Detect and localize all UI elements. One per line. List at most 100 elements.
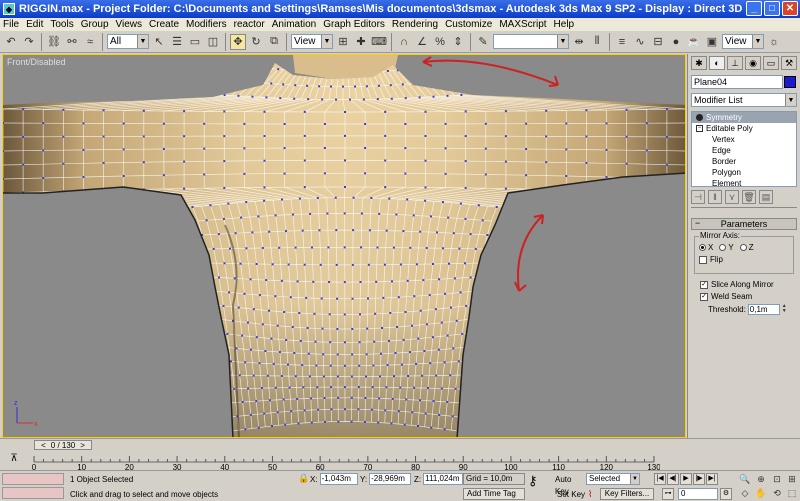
menu-views[interactable]: Views (116, 19, 143, 30)
next-frame-icon[interactable]: |▶ (693, 473, 705, 485)
hierarchy-tab-icon[interactable]: ⊥ (727, 56, 743, 70)
percent-snap-icon[interactable]: % (432, 34, 448, 50)
arc-rotate-icon[interactable]: ⟲ (770, 486, 784, 500)
menu-create[interactable]: Create (149, 19, 179, 30)
reference-coordinate-dropdown[interactable]: View ▼ (291, 34, 333, 49)
auto-key-button[interactable]: Auto Key (555, 474, 583, 496)
configure-modifier-sets-icon[interactable]: ▤ (759, 190, 773, 204)
undo-icon[interactable]: ↶ (3, 34, 19, 50)
angle-snap-icon[interactable]: ∠ (414, 34, 430, 50)
menu-help[interactable]: Help (554, 19, 575, 30)
pin-stack-icon[interactable]: ⊣ (691, 190, 705, 204)
menu-rendering[interactable]: Rendering (392, 19, 438, 30)
time-slider[interactable]: < 0 / 130 > (34, 440, 92, 450)
maxscript-listener-box[interactable] (2, 473, 64, 485)
quick-render-icon[interactable]: ☼ (766, 34, 782, 50)
spinner-snap-icon[interactable]: ⇕ (450, 34, 466, 50)
snaps-toggle-icon[interactable]: ∩ (396, 34, 412, 50)
lock-icon[interactable]: 🔒 (298, 473, 309, 484)
menu-graph-editors[interactable]: Graph Editors (323, 19, 385, 30)
remove-modifier-icon[interactable]: 🗑 (742, 190, 756, 204)
axis-x-radio[interactable]: X (699, 243, 713, 252)
select-and-scale-icon[interactable]: ⧉ (266, 34, 282, 50)
select-by-name-icon[interactable]: ☰ (169, 34, 185, 50)
stack-sublevel-polygon[interactable]: Polygon (692, 167, 796, 178)
track-bar-ruler[interactable]: 0 10 20 30 40 50 60 70 80 90 100 110 120 130 (30, 450, 660, 470)
collapse-icon[interactable]: − (696, 125, 703, 132)
select-object-icon[interactable]: ↖ (151, 34, 167, 50)
stack-item-editable-poly[interactable]: − Editable Poly (692, 123, 796, 134)
parameters-rollout-header[interactable]: − Parameters (691, 218, 797, 230)
select-manipulate-icon[interactable]: ✚ (353, 34, 369, 50)
set-key-button[interactable]: Set Key (557, 489, 585, 501)
zoom-extents-all-icon[interactable]: ⊞ (785, 472, 799, 486)
viewport-label[interactable]: Front/Disabled (7, 57, 66, 67)
x-coordinate-input[interactable]: -1,043m (319, 473, 358, 485)
modifier-list-dropdown[interactable]: Modifier List ▼ (691, 93, 797, 107)
time-slider-prev-icon[interactable]: < (41, 441, 46, 450)
curve-editor-icon[interactable]: ∿ (632, 34, 648, 50)
stack-item-symmetry[interactable]: Symmetry (692, 112, 796, 123)
menu-reactor[interactable]: reactor (234, 19, 265, 30)
add-time-tag-button[interactable]: Add Time Tag (463, 488, 525, 500)
close-button[interactable]: ✕ (782, 1, 798, 16)
show-end-result-icon[interactable]: ‖ (708, 190, 722, 204)
render-setup-icon[interactable]: ☕ (686, 34, 702, 50)
unlink-icon[interactable]: ⚯ (64, 34, 80, 50)
mini-curve-editor-icon[interactable]: ⊼ (7, 453, 21, 465)
edit-named-selection-icon[interactable]: ✎ (475, 34, 491, 50)
minimize-button[interactable]: _ (746, 1, 762, 16)
pan-icon[interactable]: ✋ (754, 486, 768, 500)
schematic-view-icon[interactable]: ⊟ (650, 34, 666, 50)
stack-sublevel-edge[interactable]: Edge (692, 145, 796, 156)
stack-sublevel-element[interactable]: Element (692, 178, 796, 189)
material-editor-icon[interactable]: ● (668, 34, 684, 50)
play-icon[interactable]: ▶ (680, 473, 692, 485)
mirror-icon[interactable]: ⇹ (571, 34, 587, 50)
zoom-icon[interactable]: 🔍 (738, 472, 752, 486)
menu-edit[interactable]: Edit (26, 19, 43, 30)
go-to-end-icon[interactable]: ▶| (706, 473, 718, 485)
maximize-viewport-icon[interactable]: ⬚ (785, 486, 799, 500)
named-selection-dropdown[interactable]: ▼ (493, 34, 569, 49)
z-coordinate-input[interactable]: 111,024m (423, 473, 464, 485)
key-mode-dropdown[interactable]: Selected ▼ (586, 473, 640, 485)
threshold-input[interactable]: 0,1m (747, 304, 780, 315)
viewport-canvas[interactable]: x z (3, 55, 686, 438)
menu-maxscript[interactable]: MAXScript (499, 19, 546, 30)
zoom-extents-icon[interactable]: ⊡ (770, 472, 784, 486)
redo-icon[interactable]: ↷ (21, 34, 37, 50)
motion-tab-icon[interactable]: ◉ (745, 56, 761, 70)
make-unique-icon[interactable]: ⋎ (725, 190, 739, 204)
key-filters-button[interactable]: Key Filters... (600, 488, 654, 500)
time-configuration-icon[interactable]: ⚙ (720, 488, 732, 500)
key-mode-toggle-icon[interactable]: ⊶ (662, 488, 674, 500)
default-in-out-tangent-icon[interactable]: ⌇ (588, 488, 598, 500)
maximize-button[interactable]: □ (764, 1, 780, 16)
spinner-icon[interactable]: ▲ ▼ (782, 304, 788, 315)
pivot-center-icon[interactable]: ⊞ (335, 34, 351, 50)
flip-checkbox[interactable]: Flip (699, 255, 789, 264)
stack-sublevel-border[interactable]: Border (692, 156, 796, 167)
stack-sublevel-vertex[interactable]: Vertex (692, 134, 796, 145)
menu-modifiers[interactable]: Modifiers (186, 19, 227, 30)
menu-tools[interactable]: Tools (50, 19, 73, 30)
layer-manager-icon[interactable]: ≡ (614, 34, 630, 50)
menu-customize[interactable]: Customize (445, 19, 492, 30)
weld-seam-checkbox[interactable]: ✓ Weld Seam (700, 292, 800, 301)
object-color-swatch[interactable] (784, 76, 796, 88)
front-viewport[interactable]: x z Front/Disabled (2, 54, 686, 438)
window-crossing-icon[interactable]: ◫ (205, 34, 221, 50)
go-to-start-icon[interactable]: |◀ (654, 473, 666, 485)
bulb-icon[interactable] (696, 114, 703, 121)
previous-frame-icon[interactable]: ◀| (667, 473, 679, 485)
menu-animation[interactable]: Animation (272, 19, 316, 30)
utilities-tab-icon[interactable]: ⚒ (781, 56, 797, 70)
object-name-field[interactable]: Plane04 (691, 75, 796, 89)
y-coordinate-input[interactable]: -28,969m (369, 473, 412, 485)
keyboard-shortcut-override-icon[interactable]: ⌨ (371, 34, 387, 50)
create-tab-icon[interactable]: ✱ (691, 56, 707, 70)
rectangular-selection-icon[interactable]: ▭ (187, 34, 203, 50)
current-frame-input[interactable]: 0 (678, 488, 718, 500)
display-tab-icon[interactable]: ▭ (763, 56, 779, 70)
